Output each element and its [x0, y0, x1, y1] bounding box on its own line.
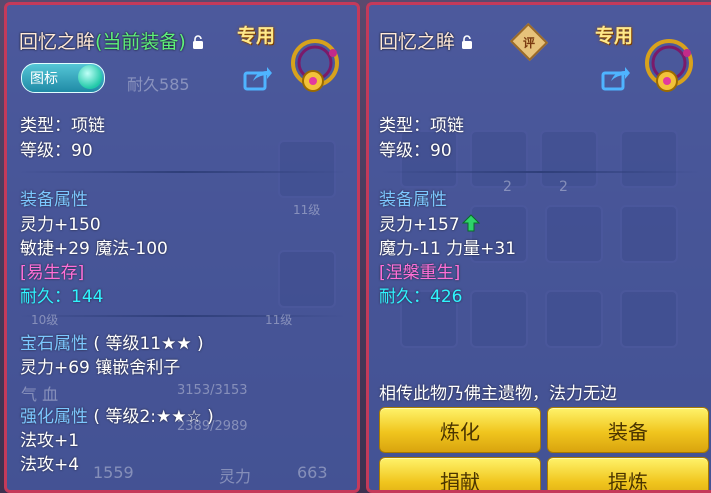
special-effect: [涅槃重生] [379, 263, 461, 283]
unlock-icon[interactable] [461, 35, 473, 49]
divider [379, 171, 701, 173]
rate-icon[interactable]: 评 [509, 22, 549, 62]
item-type: 类型：项链 [379, 116, 464, 136]
extract-button[interactable]: 提炼 [547, 457, 709, 490]
attribute-header: 装备属性 [379, 190, 447, 210]
current-equip-tag: (当前装备) [95, 31, 186, 53]
toggle-knob [78, 65, 102, 89]
item-name: 回忆之眸 [379, 31, 456, 53]
item-level: 等级：90 [379, 141, 452, 161]
divider [17, 315, 347, 317]
attribute-line: 魔力-11 力量+31 [379, 239, 517, 259]
attribute-line: 灵力+150 [20, 215, 101, 235]
arrow-up-icon [461, 214, 480, 232]
enhance-line: 法攻+1 [20, 431, 80, 451]
bg-slot-count: 2 [503, 179, 512, 195]
bg-slot-level: 11级 [265, 313, 293, 327]
gem-line: 灵力+69 镶嵌舍利子 [20, 358, 181, 378]
item-type: 类型：项链 [20, 116, 105, 136]
attribute-line: 灵力+157 [379, 210, 480, 235]
necklace-icon [645, 39, 693, 92]
donate-button[interactable]: 捐献 [379, 457, 541, 490]
bg-mp-value: 2389/2989 [177, 419, 248, 434]
special-tag: 专用 [237, 25, 276, 47]
bg-slot-level: 11级 [293, 203, 321, 217]
necklace-icon [291, 39, 339, 92]
item-title: 回忆之眸(当前装备) [19, 27, 204, 54]
bg-spirit-label: 灵力 [219, 467, 252, 486]
enhance-header: 强化属性 [20, 407, 88, 427]
bg-stat-value: 1559 [93, 463, 134, 482]
share-icon[interactable] [243, 65, 273, 91]
durability: 耐久：144 [20, 287, 104, 307]
special-tag: 专用 [595, 25, 634, 47]
gem-level: ( 等级11★★ ) [93, 334, 204, 354]
equip-button[interactable]: 装备 [547, 407, 709, 453]
attribute-header: 装备属性 [20, 190, 88, 210]
bg-hp-label: 气 血 [21, 385, 59, 404]
bg-slot-level: 10级 [31, 313, 59, 327]
bg-slot-count: 2 [559, 179, 568, 195]
item-title: 回忆之眸 [379, 27, 473, 54]
unlock-icon[interactable] [192, 35, 204, 49]
current-equipment-tooltip: 回忆之眸(当前装备) 专用 图标 类型：项链 等级：90 装备属性 灵力+150… [4, 2, 360, 493]
refine-button[interactable]: 炼化 [379, 407, 541, 453]
compare-equipment-tooltip: 回忆之眸 评 专用 类型：项链 等级：90 装备属性 灵力+157 魔力-11 … [366, 2, 711, 493]
attribute-line: 敏捷+29 魔法-100 [20, 239, 168, 259]
bg-hp-value: 3153/3153 [177, 383, 248, 398]
item-name: 回忆之眸 [19, 31, 96, 53]
divider [17, 171, 347, 173]
durability: 耐久：426 [379, 287, 463, 307]
icon-toggle[interactable]: 图标 [21, 63, 105, 93]
item-description: 相传此物乃佛主遗物，法力无边 [379, 384, 617, 404]
share-icon[interactable] [601, 65, 631, 91]
special-effect: [易生存] [20, 263, 85, 283]
gem-attribute-row: 宝石属性 ( 等级11★★ ) [20, 329, 204, 354]
gem-header: 宝石属性 [20, 334, 88, 354]
enhance-line: 法攻+4 [20, 455, 80, 475]
bg-spirit-value: 663 [297, 463, 328, 482]
item-level: 等级：90 [20, 141, 93, 161]
bg-durability: 耐久585 [127, 75, 190, 94]
icon-toggle-label: 图标 [30, 71, 58, 87]
